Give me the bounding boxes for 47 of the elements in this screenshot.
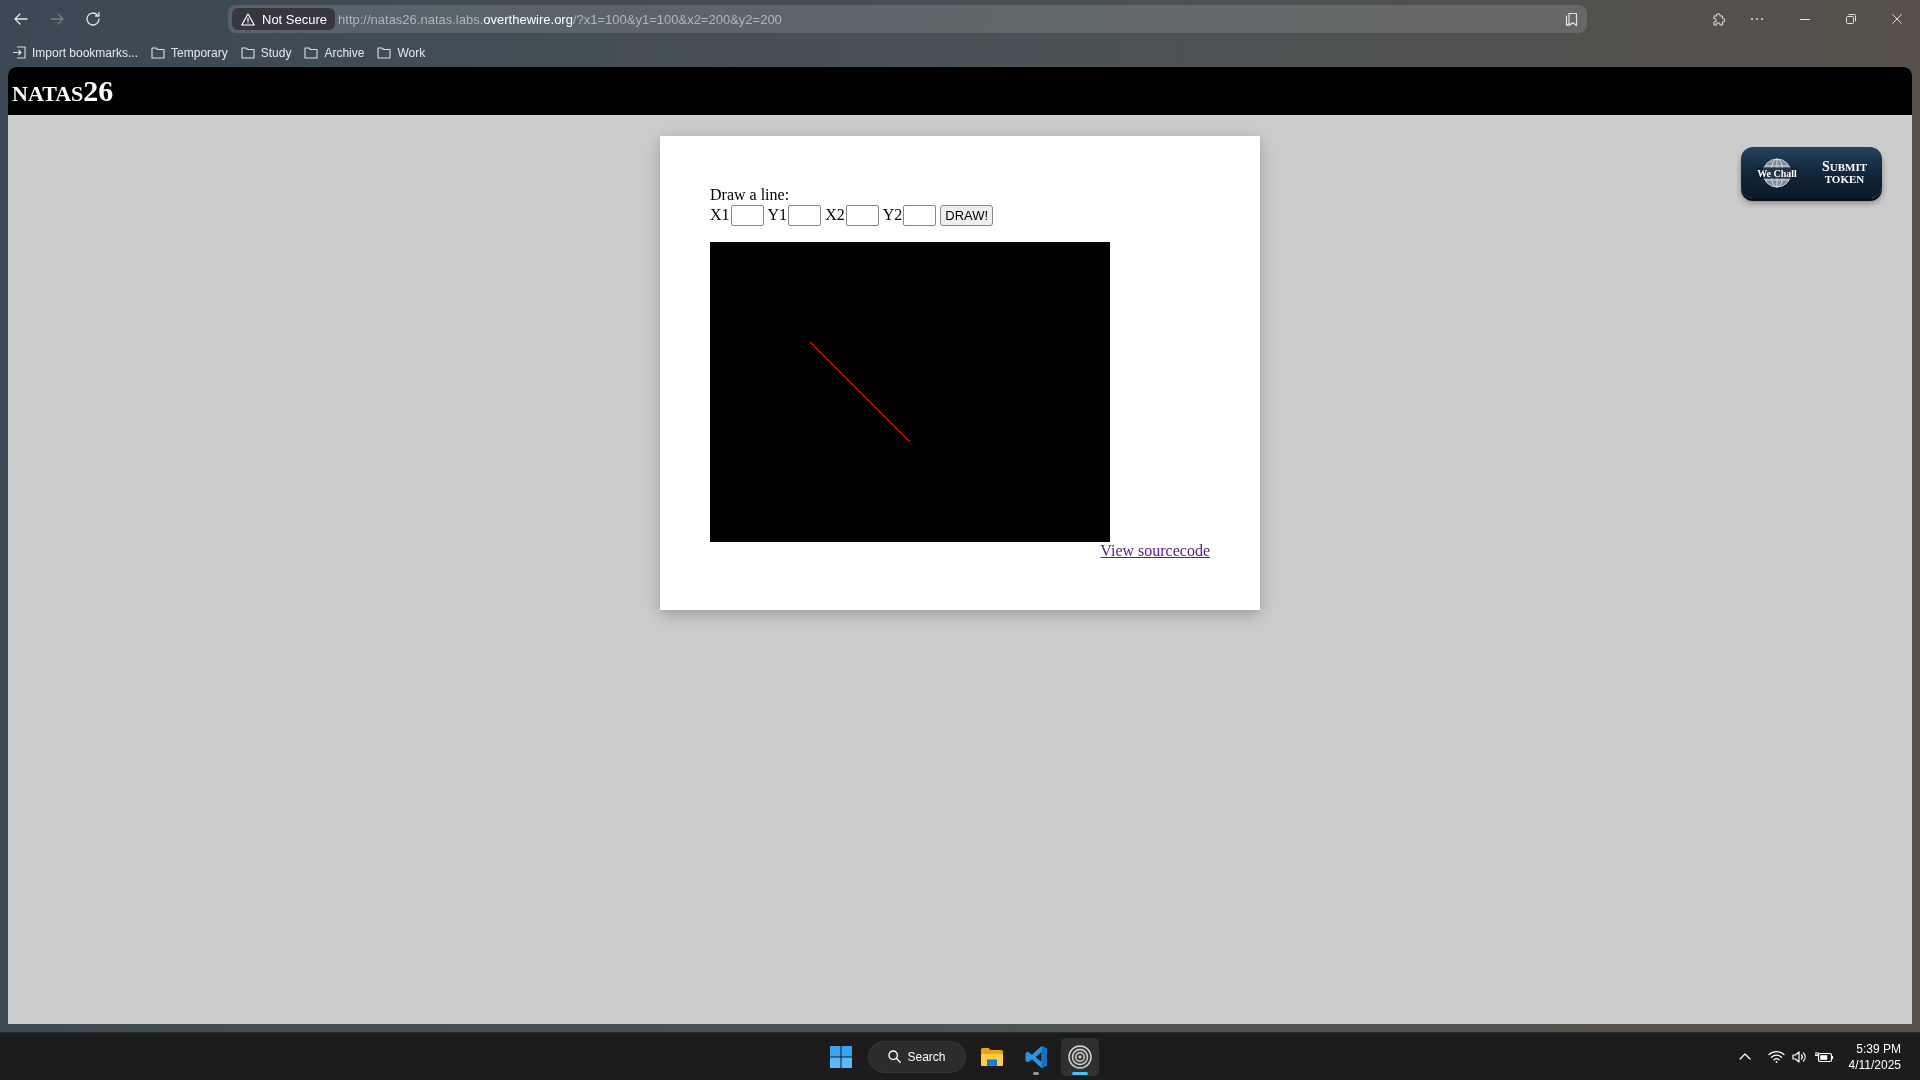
circular-arrow-icon[interactable] bbox=[85, 11, 101, 27]
clock-date[interactable]: 4/11/2025 bbox=[1848, 1057, 1901, 1072]
battery-icon[interactable] bbox=[1814, 1050, 1834, 1063]
security-indicator[interactable]: Not Secure bbox=[232, 8, 336, 30]
input-field[interactable] bbox=[845, 204, 879, 226]
bookmarks-icon[interactable] bbox=[1563, 11, 1579, 27]
bookmark-item[interactable]: Study bbox=[240, 45, 292, 60]
field-label: Y2 bbox=[882, 206, 903, 224]
address-bar[interactable]: Not Secure http://natas26.natas.labs.overthewire.org/?x1=100&y1=100&x2=200&y2=200 bbox=[228, 5, 1587, 33]
form-prompt: Draw a line: bbox=[710, 186, 790, 204]
folder-icon bbox=[240, 46, 255, 59]
folder-icon bbox=[304, 46, 319, 59]
draw-button[interactable]: DRAW! bbox=[940, 204, 994, 226]
clock-time[interactable]: 5:39 PM bbox=[1856, 1041, 1901, 1056]
bookmark-item[interactable]: Work bbox=[377, 45, 426, 60]
bookmark-item[interactable]: Import bookmarks... bbox=[12, 45, 139, 60]
bookmark-item[interactable]: Temporary bbox=[151, 45, 228, 60]
site-title: NATAS26 bbox=[12, 76, 114, 106]
import-icon bbox=[12, 46, 26, 59]
folder-icon bbox=[377, 46, 392, 59]
field-label: X1 bbox=[710, 206, 730, 224]
source-link[interactable]: View sourcecode bbox=[1100, 542, 1210, 560]
warning-icon bbox=[241, 12, 255, 26]
input-field[interactable] bbox=[788, 204, 822, 226]
restore-icon[interactable] bbox=[1846, 14, 1856, 24]
folder-icon bbox=[151, 46, 166, 59]
search-button[interactable]: Search bbox=[868, 1040, 966, 1073]
input-field[interactable] bbox=[730, 204, 764, 226]
logo-text: We Chall bbox=[1756, 167, 1798, 178]
field-label: X2 bbox=[825, 206, 845, 224]
bookmark-item[interactable]: Archive bbox=[304, 45, 365, 60]
speaker-icon[interactable] bbox=[1791, 1049, 1807, 1064]
puzzle-icon[interactable] bbox=[1711, 11, 1727, 27]
url-text[interactable]: http://natas26.natas.labs.overthewire.org/?x1=100&y1=100&x2=200&y2=200 bbox=[338, 11, 782, 27]
input-field[interactable] bbox=[903, 204, 937, 226]
submit-token-button[interactable]: We Chall SUBMIT TOKEN bbox=[1741, 147, 1882, 198]
four-squares-icon[interactable] bbox=[830, 1045, 852, 1068]
concentric-circles-icon bbox=[1068, 1044, 1092, 1069]
ribbon-icon bbox=[1024, 1044, 1048, 1069]
field-label: Y1 bbox=[767, 206, 788, 224]
taskbar-app-button[interactable] bbox=[1061, 1037, 1099, 1076]
search-icon bbox=[888, 1050, 902, 1063]
more-icon[interactable] bbox=[1750, 17, 1764, 21]
close-icon[interactable] bbox=[1892, 14, 1902, 24]
wifi-icon[interactable] bbox=[1767, 1050, 1785, 1063]
left-arrow-icon[interactable] bbox=[13, 11, 29, 27]
chevron-up-icon[interactable] bbox=[1738, 1053, 1751, 1060]
